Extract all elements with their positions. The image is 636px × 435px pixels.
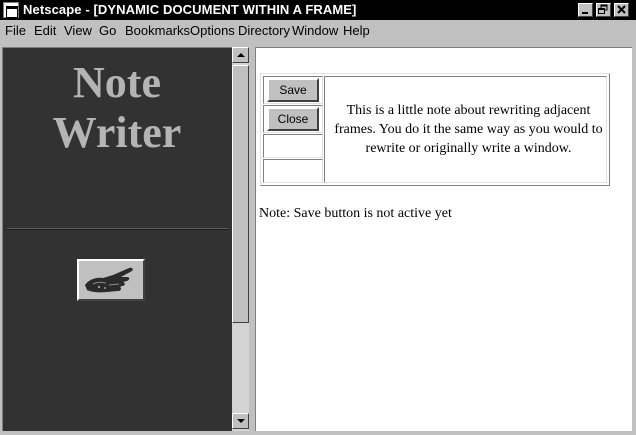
scroll-up-button[interactable]	[232, 47, 249, 63]
down-arrow-icon	[237, 419, 245, 423]
left-frame-scrollbar[interactable]	[232, 47, 249, 431]
close-cell: Close	[263, 105, 323, 133]
title-line-2: Writer	[52, 108, 182, 157]
menu-options[interactable]: Options	[190, 23, 235, 38]
menu-view[interactable]: View	[64, 23, 92, 38]
minimize-icon[interactable]	[578, 3, 593, 17]
title-bar[interactable]: Netscape - [DYNAMIC DOCUMENT WITHIN A FR…	[0, 0, 636, 20]
right-frame: Save Close This is a little note about r…	[255, 47, 632, 431]
close-icon[interactable]	[614, 3, 629, 17]
empty-field-2[interactable]	[263, 159, 323, 183]
save-button[interactable]: Save	[267, 78, 319, 102]
menu-help[interactable]: Help	[343, 23, 370, 38]
status-note: Note: Save button is not active yet	[259, 206, 452, 221]
scroll-down-button[interactable]	[232, 413, 249, 429]
netscape-app-icon[interactable]	[3, 2, 19, 18]
window-title: Netscape - [DYNAMIC DOCUMENT WITHIN A FR…	[23, 2, 357, 17]
empty-field-1[interactable]	[263, 134, 323, 158]
close-button[interactable]: Close	[267, 107, 319, 131]
menu-go[interactable]: Go	[99, 23, 116, 38]
menu-edit[interactable]: Edit	[34, 23, 56, 38]
menu-window[interactable]: Window	[292, 23, 338, 38]
menu-directory[interactable]: Directory	[238, 23, 290, 38]
menu-bar: File Edit View Go Bookmarks Options Dire…	[0, 20, 636, 42]
horizontal-rule	[7, 228, 229, 230]
restore-icon[interactable]	[596, 3, 611, 17]
menu-bookmarks[interactable]: Bookmarks	[125, 23, 190, 38]
note-table: Save Close This is a little note about r…	[260, 73, 610, 186]
pointing-hand-icon	[85, 267, 133, 293]
scroll-thumb[interactable]	[232, 65, 249, 323]
left-frame: Note Writer	[2, 47, 232, 431]
title-line-1: Note	[73, 58, 161, 107]
menu-file[interactable]: File	[5, 23, 26, 38]
pointing-hand-button[interactable]	[77, 259, 145, 301]
save-cell: Save	[263, 76, 323, 104]
note-text: This is a little note about rewriting ad…	[334, 103, 603, 156]
up-arrow-icon	[237, 53, 245, 57]
note-writer-title: Note Writer	[3, 58, 231, 158]
